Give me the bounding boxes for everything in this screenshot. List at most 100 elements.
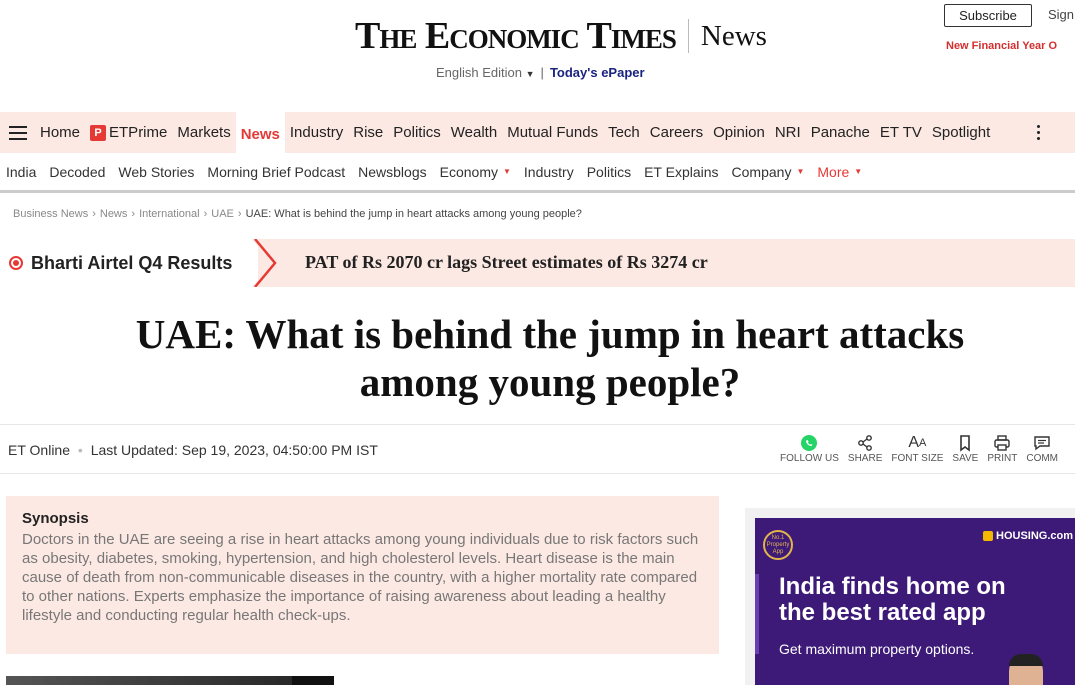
logo-group[interactable]: The Economic Times News xyxy=(355,14,767,58)
ad-brand-name: HOUSING.com xyxy=(996,530,1074,542)
subnav-et-explains[interactable]: ET Explains xyxy=(644,164,718,180)
breadcrumb: Business News › News › International › U… xyxy=(13,208,582,220)
share-button[interactable]: SHARE xyxy=(848,433,882,464)
bookmark-icon xyxy=(958,433,972,453)
nav-item-careers[interactable]: Careers xyxy=(650,124,703,141)
nav-item-tech[interactable]: Tech xyxy=(608,124,640,141)
comment-button[interactable]: COMM xyxy=(1026,433,1058,464)
breadcrumb-current: UAE: What is behind the jump in heart at… xyxy=(245,208,582,220)
edition-label: English Edition xyxy=(436,65,522,80)
breadcrumb-uae[interactable]: UAE xyxy=(211,208,234,220)
share-icon xyxy=(856,433,874,453)
subnav-more[interactable]: More ▼ xyxy=(817,164,862,180)
action-label: SAVE xyxy=(952,453,979,464)
subnav-morning-brief[interactable]: Morning Brief Podcast xyxy=(207,164,345,180)
synopsis-box: Synopsis Doctors in the UAE are seeing a… xyxy=(6,496,719,654)
nav-item-wealth[interactable]: Wealth xyxy=(451,124,497,141)
site-logo[interactable]: The Economic Times xyxy=(355,14,677,58)
breadcrumb-separator: › xyxy=(92,208,96,220)
save-button[interactable]: SAVE xyxy=(952,433,978,464)
signin-link[interactable]: Sign xyxy=(1048,7,1074,22)
action-label: FOLLOW US xyxy=(780,453,839,464)
article-actions: FOLLOW US SHARE AA FONT SIZE SAVE PRINT xyxy=(780,433,1067,464)
ad-decoration xyxy=(755,574,759,654)
subnav-company[interactable]: Company ▼ xyxy=(732,164,805,180)
chevron-right-icon xyxy=(252,239,278,287)
menu-icon[interactable] xyxy=(9,125,27,140)
ticker-label: Bharti Airtel Q4 Results xyxy=(31,252,233,273)
ad-headline: India finds home on the best rated app xyxy=(779,574,1006,626)
advertisement[interactable]: No.1 Property App HOUSING.com India find… xyxy=(755,518,1075,685)
breadcrumb-news[interactable]: News xyxy=(100,208,128,220)
nav-item-opinion[interactable]: Opinion xyxy=(713,124,765,141)
award-badge-icon: No.1 Property App xyxy=(763,530,793,560)
primary-nav: Home P ETPrime Markets News Industry Ris… xyxy=(0,112,1075,153)
subnav-label: Company xyxy=(731,163,792,180)
chevron-down-icon: ▼ xyxy=(796,167,805,176)
etprime-icon: P xyxy=(90,124,107,141)
video-tag xyxy=(292,676,334,685)
nav-item-ettv[interactable]: ET TV xyxy=(880,124,922,141)
last-updated: Last Updated: Sep 19, 2023, 04:50:00 PM … xyxy=(90,442,378,458)
subnav-web-stories[interactable]: Web Stories xyxy=(118,164,194,180)
subnav-india[interactable]: India xyxy=(6,164,36,180)
print-button[interactable]: PRINT xyxy=(987,433,1017,464)
byline: ET Online • Last Updated: Sep 19, 2023, … xyxy=(8,442,378,458)
synopsis-body: Doctors in the UAE are seeing a rise in … xyxy=(22,531,699,624)
breadcrumb-business-news[interactable]: Business News xyxy=(13,208,88,220)
ad-person-image xyxy=(1009,654,1043,685)
author[interactable]: ET Online xyxy=(8,442,70,458)
nav-item-industry[interactable]: Industry xyxy=(290,124,343,141)
ad-headline-line: the best rated app xyxy=(779,599,986,626)
nav-item-home[interactable]: Home xyxy=(40,124,80,141)
promo-link[interactable]: New Financial Year O xyxy=(946,40,1057,52)
nav-item-panache[interactable]: Panache xyxy=(811,124,870,141)
ticker-text[interactable]: PAT of Rs 2070 cr lags Street estimates … xyxy=(305,252,708,273)
ticker-label-box: Bharti Airtel Q4 Results xyxy=(0,239,258,287)
more-menu-icon[interactable] xyxy=(1037,125,1040,140)
subnav-politics[interactable]: Politics xyxy=(587,164,631,180)
subnav-decoded[interactable]: Decoded xyxy=(49,164,105,180)
article-headline: UAE: What is behind the jump in heart at… xyxy=(135,311,965,405)
nav-item-spotlight[interactable]: Spotlight xyxy=(932,124,990,141)
font-size-icon: AA xyxy=(908,434,927,451)
nav-item-markets[interactable]: Markets xyxy=(177,124,230,141)
edition-separator: | xyxy=(540,65,544,80)
print-icon xyxy=(993,433,1011,453)
section-title[interactable]: News xyxy=(701,20,767,53)
chevron-down-icon: ▼ xyxy=(525,69,535,79)
nav-item-mutual-funds[interactable]: Mutual Funds xyxy=(507,124,598,141)
breadcrumb-international[interactable]: International xyxy=(139,208,200,220)
ad-headline-line: India finds home on xyxy=(779,573,1006,600)
video-thumbnail[interactable] xyxy=(6,676,334,685)
nav-item-rise[interactable]: Rise xyxy=(353,124,383,141)
action-label: SHARE xyxy=(847,453,883,464)
nav-item-news[interactable]: News xyxy=(235,112,285,153)
chevron-down-icon: ▼ xyxy=(854,167,863,176)
epaper-link[interactable]: Today's ePaper xyxy=(550,65,645,80)
comment-icon xyxy=(1033,433,1051,453)
logo-divider xyxy=(687,19,689,53)
subnav-label: Economy xyxy=(439,163,498,180)
live-icon xyxy=(9,256,23,270)
follow-us-button[interactable]: FOLLOW US xyxy=(780,433,839,464)
nav-item-etprime[interactable]: P ETPrime xyxy=(90,124,167,141)
subnav-label: More xyxy=(817,163,850,180)
subnav-economy[interactable]: Economy ▼ xyxy=(440,164,511,180)
action-label: COMM xyxy=(1026,453,1059,464)
chevron-down-icon: ▼ xyxy=(502,167,511,176)
edition-selector[interactable]: English Edition ▼ xyxy=(436,65,535,80)
byline-bar: ET Online • Last Updated: Sep 19, 2023, … xyxy=(0,424,1075,474)
whatsapp-icon xyxy=(800,433,818,453)
nav-item-nri[interactable]: NRI xyxy=(775,124,801,141)
font-size-button[interactable]: AA FONT SIZE xyxy=(891,433,943,464)
nav-item-politics[interactable]: Politics xyxy=(393,124,441,141)
subscribe-button[interactable]: Subscribe xyxy=(944,4,1032,27)
subnav-industry[interactable]: Industry xyxy=(524,164,574,180)
nav-item-label: ETPrime xyxy=(109,124,168,141)
action-label: FONT SIZE xyxy=(891,453,944,464)
ad-subtext: Get maximum property options. xyxy=(779,641,975,657)
subnav-newsblogs[interactable]: Newsblogs xyxy=(358,164,426,180)
news-ticker[interactable]: Bharti Airtel Q4 Results PAT of Rs 2070 … xyxy=(0,239,1075,287)
ad-brand: HOUSING.com xyxy=(983,530,1073,542)
